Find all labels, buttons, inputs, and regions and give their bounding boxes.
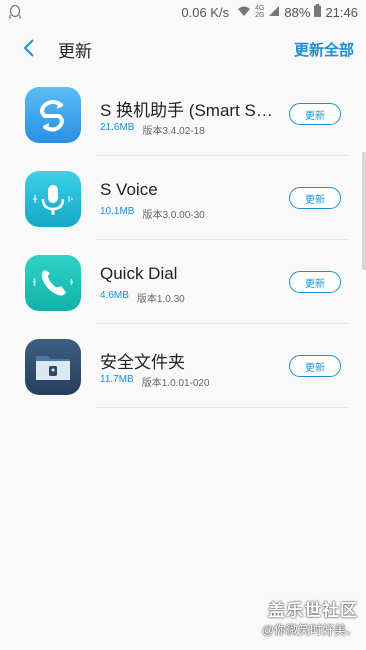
back-button[interactable] bbox=[18, 36, 42, 60]
app-size: 4.6MB bbox=[100, 290, 129, 301]
update-list: S 换机助手 (Smart Switch) 21.6MB 版本3.4.02-18… bbox=[0, 72, 366, 408]
quick-dial-icon bbox=[25, 255, 81, 311]
s-voice-icon bbox=[25, 171, 81, 227]
update-button[interactable]: 更新 bbox=[289, 187, 341, 209]
app-version: 版本3.0.00-30 bbox=[142, 210, 205, 221]
qq-notification-icon bbox=[8, 4, 22, 23]
smart-switch-icon bbox=[25, 87, 81, 143]
app-version: 版本1.0.30 bbox=[136, 294, 185, 305]
signal-icon bbox=[268, 5, 280, 20]
battery-percent: 88% bbox=[284, 4, 311, 20]
clock: 21:46 bbox=[325, 4, 358, 20]
app-name: Quick Dial bbox=[100, 264, 178, 283]
app-size: 21.6MB bbox=[100, 122, 135, 133]
watermark-title: 盖乐世社区 bbox=[268, 601, 358, 620]
list-item[interactable]: S 换机助手 (Smart Switch) 21.6MB 版本3.4.02-18… bbox=[0, 72, 366, 156]
status-bar: 0.06 K/s 4G 2G 88% 21:46 bbox=[0, 0, 366, 26]
app-size: 10.1MB bbox=[100, 206, 135, 217]
network-type: 4G 2G bbox=[255, 5, 265, 19]
chevron-left-icon bbox=[23, 39, 34, 57]
update-button[interactable]: 更新 bbox=[289, 103, 341, 125]
app-version: 版本1.0.01-020 bbox=[141, 378, 210, 389]
app-version: 版本3.4.02-18 bbox=[142, 126, 205, 137]
list-item[interactable]: Quick Dial 4.6MB 版本1.0.30 更新 bbox=[0, 240, 366, 324]
battery-icon bbox=[314, 4, 322, 20]
scroll-indicator[interactable] bbox=[362, 152, 366, 270]
watermark: 盖乐世社区 @你微笑时好美、 bbox=[262, 596, 358, 638]
list-item[interactable]: S Voice 10.1MB 版本3.0.00-30 更新 bbox=[0, 156, 366, 240]
app-name: S Voice bbox=[100, 180, 158, 199]
wifi-icon bbox=[237, 5, 251, 20]
watermark-user: @你微笑时好美、 bbox=[261, 623, 358, 637]
app-name: 安全文件夹 bbox=[100, 353, 185, 372]
divider bbox=[96, 407, 348, 408]
network-speed: 0.06 K/s bbox=[181, 4, 230, 20]
list-item[interactable]: 安全文件夹 11.7MB 版本1.0.01-020 更新 bbox=[0, 324, 366, 408]
update-all-button[interactable]: 更新全部 bbox=[294, 39, 354, 60]
app-bar: 更新 更新全部 bbox=[0, 26, 366, 72]
app-name: S 换机助手 (Smart Switch) bbox=[100, 101, 285, 120]
update-button[interactable]: 更新 bbox=[289, 271, 341, 293]
secure-folder-icon bbox=[25, 339, 81, 395]
update-button[interactable]: 更新 bbox=[289, 355, 341, 377]
page-title: 更新 bbox=[58, 42, 92, 61]
app-size: 11.7MB bbox=[100, 374, 134, 385]
